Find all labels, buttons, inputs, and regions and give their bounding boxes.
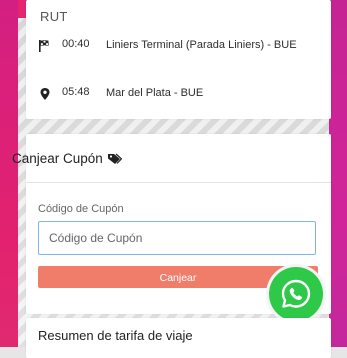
coupon-divider	[26, 182, 331, 183]
whatsapp-button[interactable]	[269, 267, 323, 321]
stop-name: Liniers Terminal (Parada Liniers) - BUE	[106, 39, 297, 51]
stop-time: 05:48	[62, 86, 90, 98]
route-label: RUT	[40, 9, 68, 24]
brand-right-bar	[329, 0, 347, 347]
route-stop-destination: 05:48 Mar del Plata - BUE	[38, 86, 326, 101]
flag-icon	[39, 40, 49, 52]
map-pin-icon	[40, 88, 50, 100]
stop-time: 00:40	[62, 38, 90, 50]
fare-summary-title: Resumen de tarifa de viaje	[38, 328, 193, 343]
tag-icon	[107, 153, 122, 164]
coupon-title: Canjear Cupón	[12, 151, 122, 166]
route-stop-origin: 00:40 Liniers Terminal (Parada Liniers) …	[38, 38, 326, 53]
brand-left-bar	[0, 0, 18, 347]
stop-name: Mar del Plata - BUE	[106, 87, 204, 99]
coupon-field-label: Código de Cupón	[38, 203, 124, 215]
coupon-code-input[interactable]	[38, 221, 316, 255]
whatsapp-icon	[281, 279, 311, 308]
route-card: RUT 00:40 Liniers Terminal (Parada Linie…	[26, 0, 331, 119]
coupon-title-text: Canjear Cupón	[12, 151, 103, 166]
